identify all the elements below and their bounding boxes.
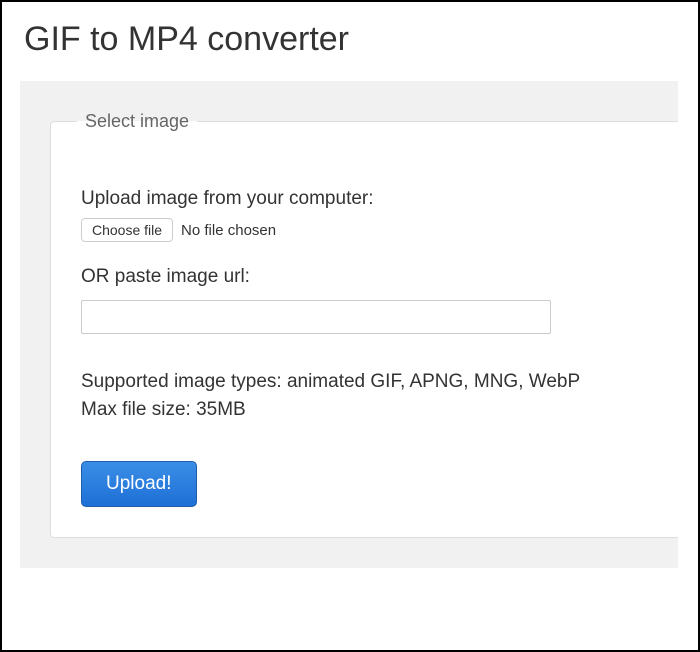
- image-url-input[interactable]: [81, 300, 551, 334]
- choose-file-button[interactable]: Choose file: [81, 218, 173, 242]
- upload-label: Upload image from your computer:: [81, 188, 648, 210]
- max-file-size-text: Max file size: 35MB: [81, 396, 648, 424]
- select-image-fieldset: Select image Upload image from your comp…: [50, 111, 678, 538]
- upload-from-computer-block: Upload image from your computer: Choose …: [81, 188, 648, 242]
- page-title: GIF to MP4 converter: [24, 20, 678, 59]
- info-block: Supported image types: animated GIF, APN…: [81, 368, 648, 423]
- upload-button[interactable]: Upload!: [81, 461, 197, 507]
- fieldset-legend: Select image: [77, 111, 197, 132]
- paste-url-block: OR paste image url:: [81, 266, 648, 334]
- supported-types-text: Supported image types: animated GIF, APN…: [81, 368, 648, 396]
- file-status-text: No file chosen: [181, 222, 276, 239]
- form-panel: Select image Upload image from your comp…: [20, 81, 678, 568]
- paste-url-label: OR paste image url:: [81, 266, 648, 288]
